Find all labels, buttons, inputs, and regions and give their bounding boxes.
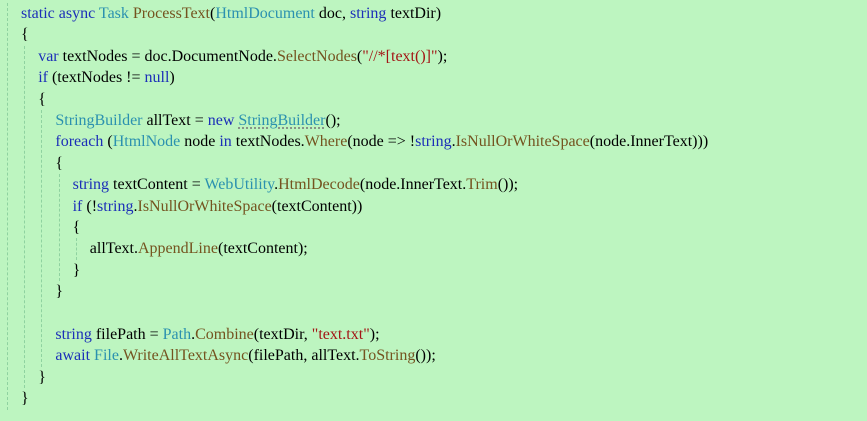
code-token: var (38, 47, 59, 65)
code-token: (node => ! (347, 133, 416, 151)
code-token: ()); (497, 176, 519, 194)
code-token: IsNullOrWhiteSpace (455, 133, 590, 151)
code-token: (textDir, (253, 326, 312, 343)
code-line[interactable]: foreach (HtmlNode node in textNodes.Wher… (55, 131, 708, 152)
code-token: null (144, 69, 170, 87)
code-line[interactable]: StringBuilder allText = new StringBuilde… (55, 110, 340, 131)
code-token: (); (325, 112, 341, 129)
code-line[interactable]: static async Task ProcessText(HtmlDocume… (21, 3, 441, 24)
code-token: in (219, 133, 232, 151)
code-token: } (38, 368, 46, 386)
code-token: StringBuilder (238, 112, 326, 129)
code-token: string (349, 5, 387, 22)
code-token: textDir) (386, 5, 442, 22)
code-token: textContent = (109, 176, 205, 194)
code-token: allText = (142, 112, 208, 129)
code-token: ( (103, 133, 113, 151)
code-token: (textContent); (217, 240, 308, 258)
code-editor[interactable]: static async Task ProcessText ( HtmlDocume… (0, 0, 867, 421)
code-token: Combine (195, 326, 254, 343)
code-line[interactable]: } (55, 281, 63, 302)
code-line[interactable]: { (73, 217, 81, 238)
code-line[interactable]: } (21, 388, 29, 409)
indent-guide (75, 238, 77, 260)
code-token: HtmlNode (112, 133, 181, 151)
code-token: { (55, 154, 64, 172)
code-token: Where (304, 133, 348, 151)
code-token: IsNullOrWhiteSpace (137, 197, 272, 215)
code-token: ); (437, 47, 448, 65)
code-token: allText. (89, 240, 138, 258)
code-token: static (21, 5, 55, 22)
code-token: StringBuilder (55, 112, 143, 129)
code-token: filePath = (91, 326, 163, 343)
code-line[interactable]: string filePath = Path.Combine(textDir, … (55, 324, 379, 345)
code-token: string (55, 326, 92, 343)
code-token: AppendLine (138, 240, 218, 258)
code-token: if (38, 69, 48, 87)
code-token: await (55, 347, 91, 365)
code-token: Path (162, 326, 192, 343)
code-token: ProcessText (132, 5, 210, 22)
code-line[interactable]: if (textNodes != null) (38, 67, 175, 88)
code-line[interactable]: allText.AppendLine(textContent); (90, 238, 308, 259)
code-token: File (94, 347, 119, 365)
code-token: } (55, 283, 64, 301)
code-token: (! (82, 197, 98, 215)
code-token: ); (369, 326, 380, 343)
code-token: (node.InnerText. (359, 176, 467, 194)
code-line[interactable]: { (38, 89, 46, 110)
code-line[interactable]: } (73, 260, 81, 281)
code-token: foreach (55, 133, 104, 151)
code-token: node (180, 133, 220, 151)
code-token: { (72, 219, 81, 236)
code-token: ToString (359, 347, 416, 365)
code-token: new (207, 112, 235, 129)
code-token: } (21, 390, 29, 408)
code-line[interactable]: string textContent = WebUtility.HtmlDeco… (73, 174, 519, 195)
indent-guide (58, 174, 60, 282)
code-token: textNodes. (231, 133, 305, 151)
code-line[interactable]: { (21, 24, 29, 45)
code-token: string (415, 133, 452, 151)
code-token: textNodes = doc.DocumentNode. (58, 47, 277, 65)
indent-guide (41, 110, 43, 367)
code-token: Task (98, 5, 129, 22)
code-token: doc, (314, 5, 350, 22)
code-token: string (97, 197, 134, 215)
code-token: (filePath, allText. (248, 347, 360, 365)
code-token: SelectNodes (276, 47, 357, 65)
code-line[interactable]: { (55, 153, 63, 174)
code-line[interactable]: } (38, 367, 46, 388)
code-token: ) (169, 69, 175, 87)
code-token: string (72, 176, 110, 194)
code-token: async (58, 5, 96, 22)
code-token: "text.txt" (311, 326, 370, 343)
code-token: (textNodes != (47, 69, 145, 87)
indent-guide (24, 45, 26, 389)
indent-guide (7, 3, 8, 410)
code-token: WriteAllTextAsync (122, 347, 249, 365)
code-token: ()); (415, 347, 436, 365)
code-token: (node.InnerText))) (589, 133, 709, 151)
code-token: WebUtility (204, 176, 275, 194)
code-token: (textContent)) (271, 197, 363, 215)
code-token: HtmlDocument (215, 5, 315, 22)
code-line[interactable]: var textNodes = doc.DocumentNode.SelectN… (38, 46, 447, 67)
code-token: HtmlDecode (278, 176, 360, 194)
code-token: Trim (466, 176, 498, 194)
code-token: if (72, 197, 83, 215)
code-token: { (38, 90, 46, 108)
code-token: { (21, 26, 29, 44)
code-token: "//*[text()]" (362, 47, 438, 65)
code-line[interactable]: if (!string.IsNullOrWhiteSpace(textConte… (73, 196, 363, 217)
code-token: } (72, 261, 81, 279)
code-line[interactable]: await File.WriteAllTextAsync(filePath, a… (55, 345, 435, 366)
